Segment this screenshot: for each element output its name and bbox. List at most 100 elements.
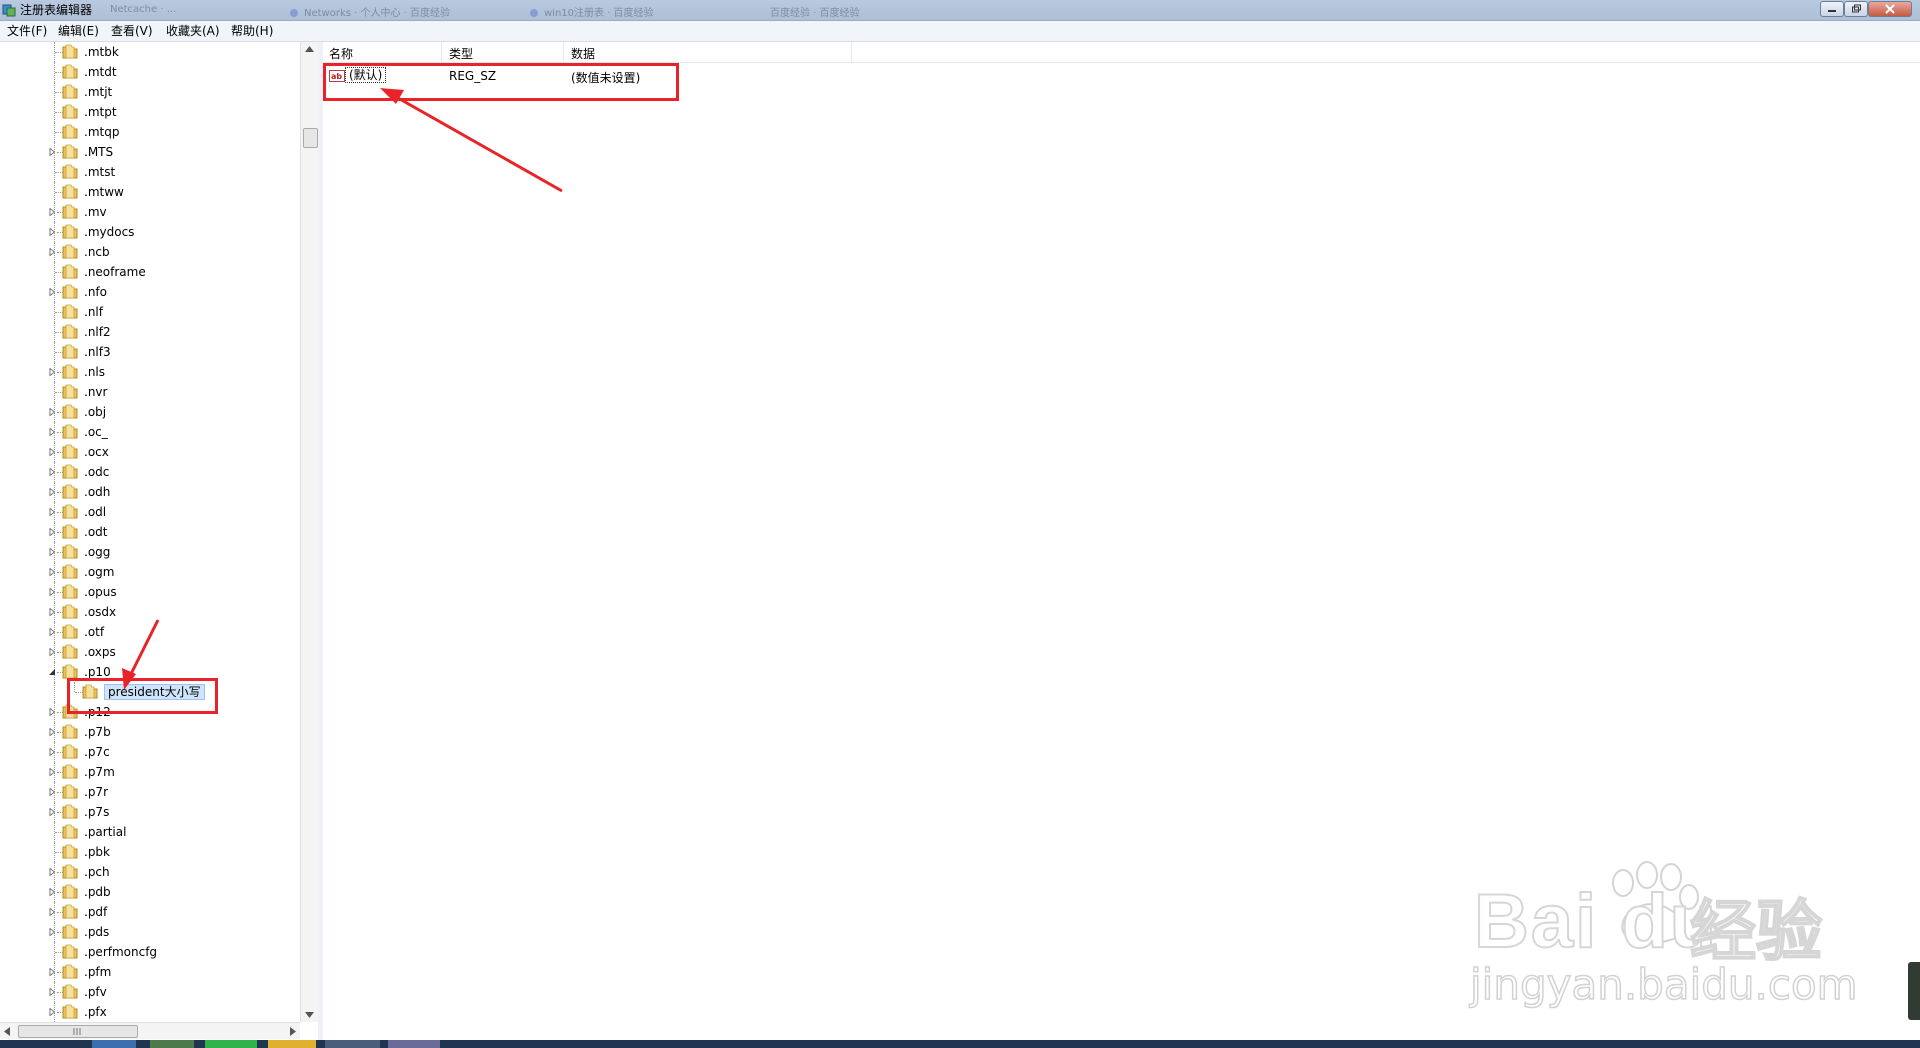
taskbar-start-button[interactable]	[92, 1040, 136, 1048]
column-divider[interactable]	[563, 42, 564, 62]
tree-item[interactable]: .pfm	[0, 962, 300, 982]
scroll-left-arrow-icon[interactable]	[4, 1027, 10, 1036]
column-header-name[interactable]: 名称	[329, 45, 353, 62]
minimize-button[interactable]	[1820, 1, 1844, 17]
tree-item[interactable]: .p7b	[0, 722, 300, 742]
expand-arrow-icon[interactable]	[48, 148, 56, 156]
tree-item[interactable]: .ocx	[0, 442, 300, 462]
scroll-up-arrow-icon[interactable]	[305, 46, 314, 52]
tree-item[interactable]: .nlf3	[0, 342, 300, 362]
expand-arrow-icon[interactable]	[48, 408, 56, 416]
registry-key-tree[interactable]: .mtbk .mtdt .mtjt .mtpt .mtqp .MTS .mtst .mtww.…	[0, 42, 319, 1040]
tree-item[interactable]: .odl	[0, 502, 300, 522]
tree-item[interactable]: .neoframe	[0, 262, 300, 282]
expand-arrow-icon[interactable]	[48, 448, 56, 456]
side-panel-tab[interactable]	[1908, 962, 1920, 1020]
tree-item[interactable]: .mydocs	[0, 222, 300, 242]
tree-item[interactable]: .ogm	[0, 562, 300, 582]
expand-arrow-icon[interactable]	[48, 788, 56, 796]
expand-arrow-icon[interactable]	[48, 368, 56, 376]
expand-arrow-icon[interactable]	[48, 568, 56, 576]
tree-item[interactable]: .mtpt	[0, 102, 300, 122]
tree-item[interactable]: .mtjt	[0, 82, 300, 102]
tree-item[interactable]: .pfx	[0, 1002, 300, 1022]
taskbar-app-button[interactable]	[325, 1040, 380, 1048]
tree-item[interactable]: .nlf	[0, 302, 300, 322]
tree-item[interactable]: .pds	[0, 922, 300, 942]
expand-arrow-icon[interactable]	[48, 648, 56, 656]
expand-arrow-icon[interactable]	[48, 208, 56, 216]
expand-arrow-icon[interactable]	[48, 588, 56, 596]
tree-item[interactable]: .mtww	[0, 182, 300, 202]
tree-item[interactable]: .p7m	[0, 762, 300, 782]
expand-arrow-icon[interactable]	[48, 508, 56, 516]
taskbar-app-button[interactable]	[388, 1040, 440, 1048]
taskbar-app-button[interactable]	[205, 1040, 257, 1048]
expand-arrow-icon[interactable]	[48, 868, 56, 876]
scroll-right-arrow-icon[interactable]	[290, 1027, 296, 1036]
tree-item[interactable]: .nlf2	[0, 322, 300, 342]
tree-item[interactable]: .mtst	[0, 162, 300, 182]
expand-arrow-icon[interactable]	[48, 628, 56, 636]
menu-view[interactable]: 查看(V)	[111, 24, 153, 38]
tree-horizontal-scrollbar[interactable]	[0, 1022, 300, 1039]
close-button[interactable]	[1868, 1, 1912, 17]
expand-arrow-icon[interactable]	[48, 608, 56, 616]
expand-arrow-icon[interactable]	[48, 768, 56, 776]
tree-item[interactable]: .obj	[0, 402, 300, 422]
expand-arrow-icon[interactable]	[48, 988, 56, 996]
tree-item[interactable]: .opus	[0, 582, 300, 602]
tree-horizontal-scroll-thumb[interactable]	[18, 1025, 138, 1038]
expand-arrow-icon[interactable]	[48, 228, 56, 236]
tree-item[interactable]: .mtqp	[0, 122, 300, 142]
column-header-data[interactable]: 数据	[571, 45, 595, 62]
expand-arrow-icon[interactable]	[48, 728, 56, 736]
tree-item[interactable]: .mv	[0, 202, 300, 222]
menu-file[interactable]: 文件(F)	[7, 24, 47, 38]
expand-arrow-icon[interactable]	[48, 488, 56, 496]
column-header-type[interactable]: 类型	[449, 45, 473, 62]
tree-item[interactable]: .perfmoncfg	[0, 942, 300, 962]
expand-arrow-icon[interactable]	[48, 1008, 56, 1016]
expand-arrow-icon[interactable]	[48, 908, 56, 916]
taskbar-app-button[interactable]	[268, 1040, 316, 1048]
tree-item[interactable]: .nfo	[0, 282, 300, 302]
tree-item[interactable]: .odh	[0, 482, 300, 502]
tree-item[interactable]: .mtbk	[0, 42, 300, 62]
tree-item[interactable]: .p7c	[0, 742, 300, 762]
tree-item[interactable]: .pch	[0, 862, 300, 882]
tree-item[interactable]: .mtdt	[0, 62, 300, 82]
collapse-arrow-icon[interactable]	[48, 668, 56, 676]
expand-arrow-icon[interactable]	[48, 288, 56, 296]
tree-item[interactable]: .pdb	[0, 882, 300, 902]
column-divider[interactable]	[851, 42, 852, 62]
taskbar-app-button[interactable]	[150, 1040, 194, 1048]
tree-item[interactable]: .pfv	[0, 982, 300, 1002]
menu-help[interactable]: 帮助(H)	[231, 24, 273, 38]
tree-item[interactable]: .nls	[0, 362, 300, 382]
tree-item[interactable]: .osdx	[0, 602, 300, 622]
maximize-button[interactable]	[1844, 1, 1868, 17]
tree-item[interactable]: .p7r	[0, 782, 300, 802]
expand-arrow-icon[interactable]	[48, 528, 56, 536]
expand-arrow-icon[interactable]	[48, 468, 56, 476]
tree-item[interactable]: .pdf	[0, 902, 300, 922]
expand-arrow-icon[interactable]	[48, 428, 56, 436]
expand-arrow-icon[interactable]	[48, 808, 56, 816]
tree-item[interactable]: .MTS	[0, 142, 300, 162]
tree-item[interactable]: .otf	[0, 622, 300, 642]
menu-favorites[interactable]: 收藏夹(A)	[166, 24, 220, 38]
menu-edit[interactable]: 编辑(E)	[58, 24, 99, 38]
scroll-down-arrow-icon[interactable]	[305, 1012, 314, 1018]
tree-item[interactable]: .pbk	[0, 842, 300, 862]
tree-item[interactable]: .ncb	[0, 242, 300, 262]
tree-vertical-scroll-thumb[interactable]	[303, 128, 318, 148]
expand-arrow-icon[interactable]	[48, 548, 56, 556]
tree-item[interactable]: .odt	[0, 522, 300, 542]
tree-item[interactable]: .oc_	[0, 422, 300, 442]
tree-item[interactable]: .ogg	[0, 542, 300, 562]
expand-arrow-icon[interactable]	[48, 888, 56, 896]
expand-arrow-icon[interactable]	[48, 928, 56, 936]
column-divider[interactable]	[441, 42, 442, 62]
tree-vertical-scrollbar[interactable]	[300, 42, 319, 1022]
